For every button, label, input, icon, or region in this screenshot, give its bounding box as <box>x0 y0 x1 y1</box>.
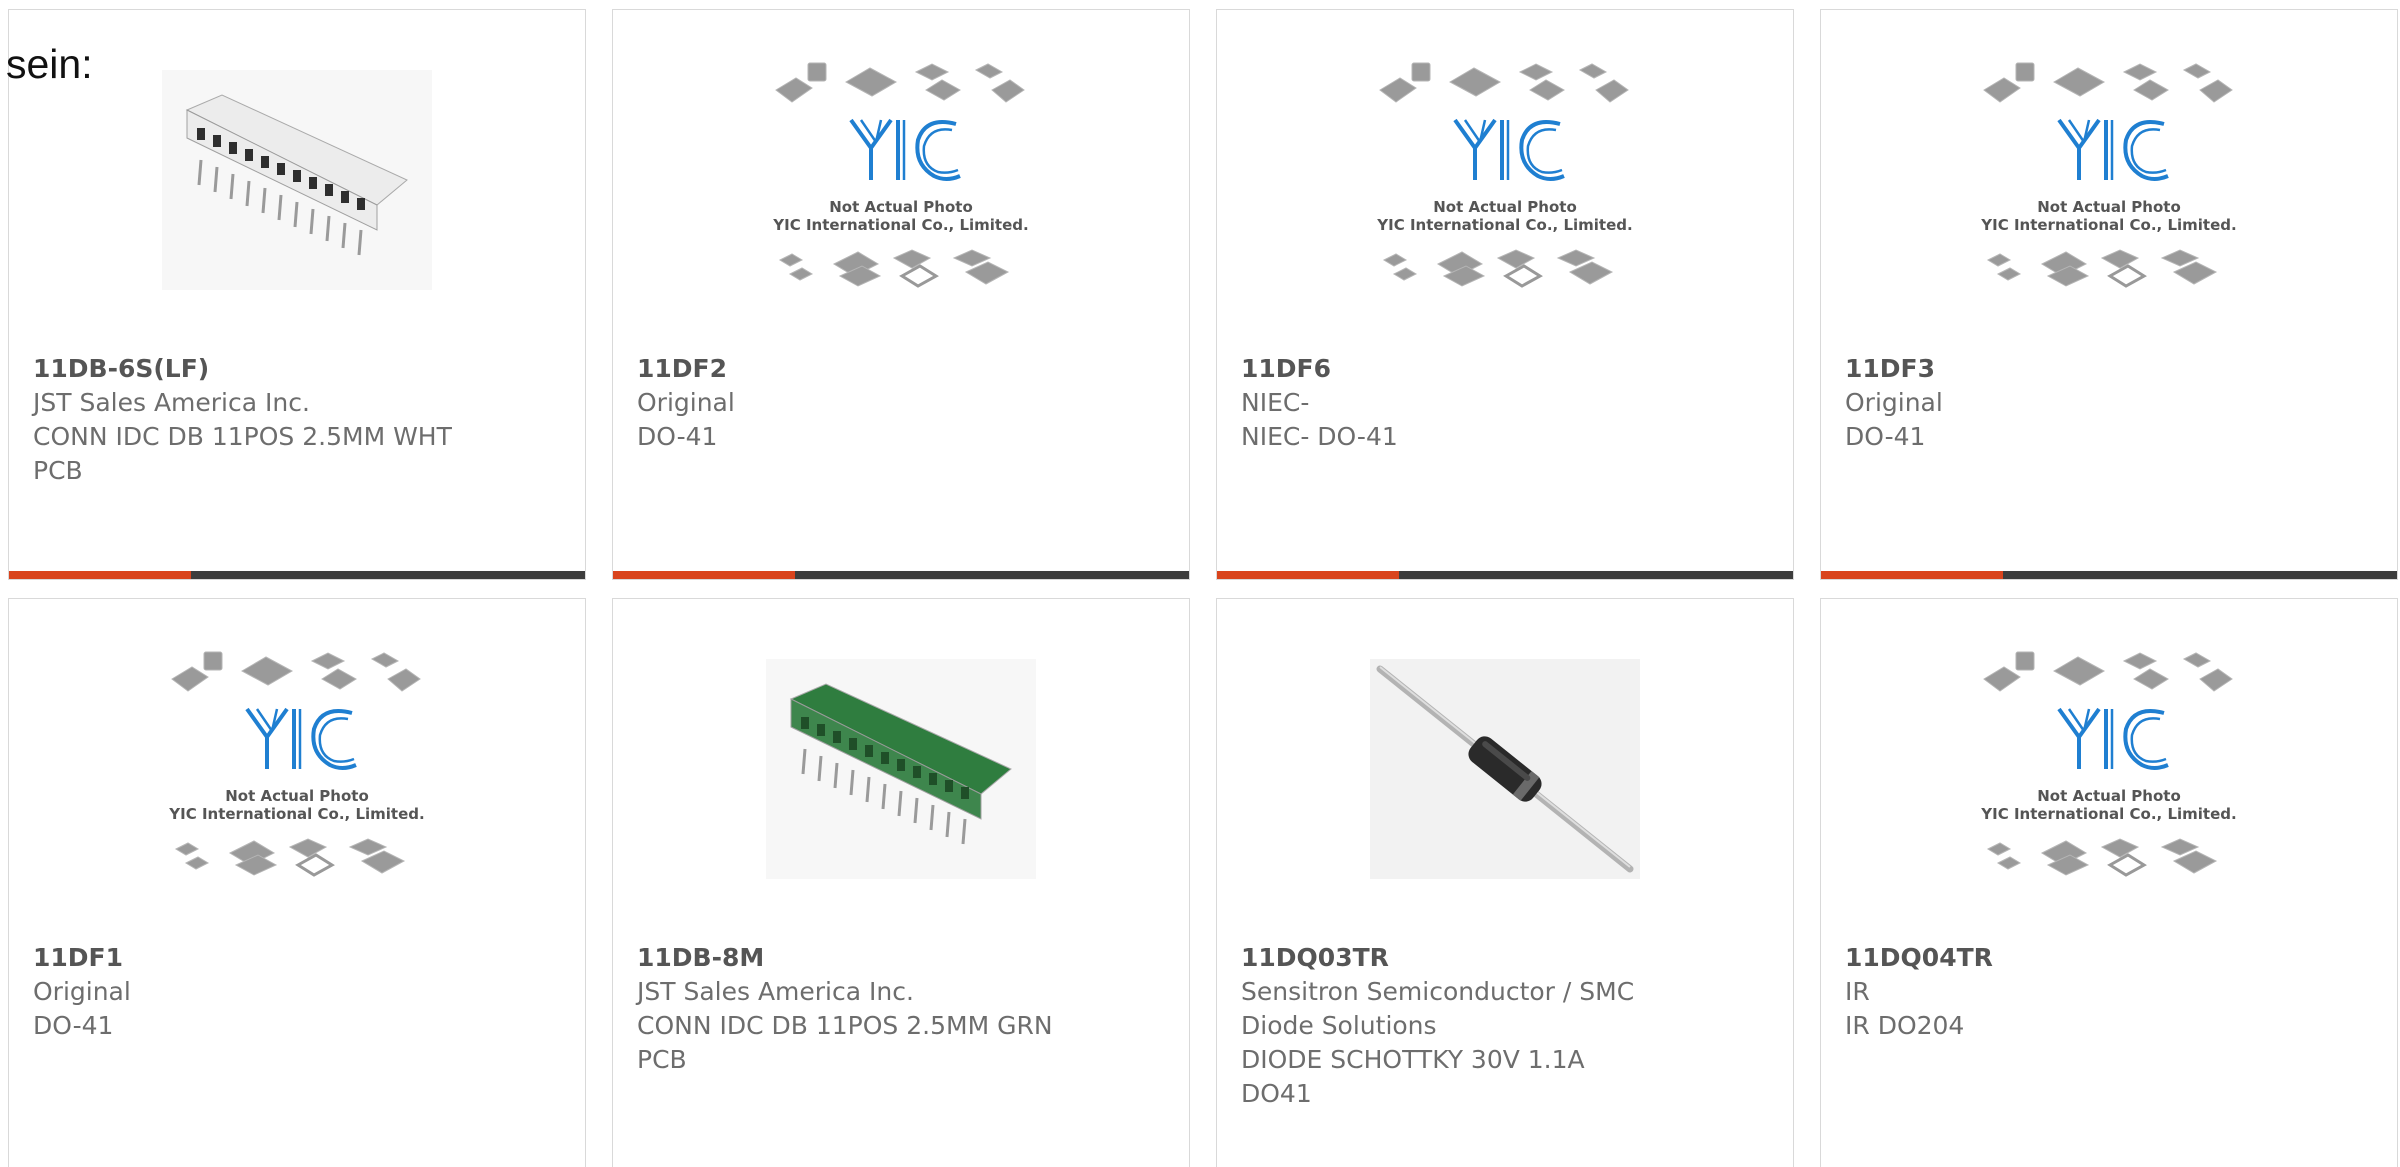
stray-text: sein: <box>6 41 93 87</box>
product-card[interactable]: 11DB-6S(LF) JST Sales America Inc. CONN ID… <box>8 9 586 580</box>
caption-line2: YIC International Co., Limited. <box>168 805 424 823</box>
chip-cluster-top <box>1379 62 1629 103</box>
part-number-link[interactable]: 11DF6 <box>1241 352 1693 386</box>
description-line: NIEC- DO-41 <box>1241 422 1398 451</box>
part-number-link[interactable]: 11DQ04TR <box>1845 941 2297 975</box>
description-line: Diode Solutions <box>1241 1011 1437 1040</box>
description-line: DO-41 <box>637 422 718 451</box>
yic-logo <box>245 707 357 770</box>
yic-logo <box>2057 707 2169 770</box>
chip-cluster-top <box>1983 62 2233 103</box>
description-line: DO-41 <box>1845 422 1926 451</box>
chip-cluster-top <box>1983 651 2233 692</box>
card-accent-bar <box>1217 571 1399 579</box>
description-line: DO-41 <box>33 1011 114 1040</box>
placeholder-image[interactable]: Not Actual Photo YIC International Co., … <box>1974 62 2244 288</box>
yic-logo <box>2057 118 2169 181</box>
product-info: 11DQ03TR Sensitron Semiconductor / SMC Dio… <box>1241 941 1693 1111</box>
caption-line1: Not Actual Photo <box>1433 198 1577 216</box>
description-line: PCB <box>637 1045 687 1074</box>
manufacturer: Original <box>33 977 131 1006</box>
manufacturer: Sensitron Semiconductor / SMC <box>1241 977 1635 1006</box>
product-info: 11DF1 Original DO-41 <box>33 941 485 1043</box>
product-info: 11DB-8M JST Sales America Inc. CONN IDC DB… <box>637 941 1089 1077</box>
part-number-link[interactable]: 11DQ03TR <box>1241 941 1693 975</box>
manufacturer: JST Sales America Inc. <box>637 977 914 1006</box>
product-card[interactable]: Not Actual Photo YIC International Co., … <box>612 9 1190 580</box>
product-card[interactable]: 11DB-8M JST Sales America Inc. CONN IDC DB… <box>612 598 1190 1167</box>
description-line: IR DO204 <box>1845 1011 1965 1040</box>
card-bottom-bar <box>9 571 585 579</box>
caption-line1: Not Actual Photo <box>2037 198 2181 216</box>
part-number-link[interactable]: 11DF1 <box>33 941 485 975</box>
description-line: DO41 <box>1241 1079 1312 1108</box>
chip-cluster-bottom <box>778 249 1010 288</box>
description-line: PCB <box>33 456 83 485</box>
placeholder-image[interactable]: Not Actual Photo YIC International Co., … <box>162 651 432 877</box>
product-image[interactable] <box>1370 659 1640 879</box>
yic-logo <box>1453 118 1565 181</box>
manufacturer: Original <box>1845 388 1943 417</box>
card-accent-bar <box>613 571 795 579</box>
part-number-link[interactable]: 11DB-8M <box>637 941 1089 975</box>
manufacturer: NIEC- <box>1241 388 1310 417</box>
caption-line2: YIC International Co., Limited. <box>772 216 1028 234</box>
caption-line2: YIC International Co., Limited. <box>1980 805 2236 823</box>
product-grid: 11DB-6S(LF) JST Sales America Inc. CONN ID… <box>8 9 2398 1167</box>
chip-cluster-bottom <box>1986 838 2218 877</box>
product-card[interactable]: Not Actual Photo YIC International Co., … <box>1820 598 2398 1167</box>
chip-cluster-top <box>775 62 1025 103</box>
product-card[interactable]: 11DQ03TR Sensitron Semiconductor / SMC Dio… <box>1216 598 1794 1167</box>
product-image[interactable] <box>162 70 432 290</box>
placeholder-image[interactable]: Not Actual Photo YIC International Co., … <box>1974 651 2244 877</box>
product-info: 11DB-6S(LF) JST Sales America Inc. CONN ID… <box>33 352 485 488</box>
description-line: CONN IDC DB 11POS 2.5MM GRN <box>637 1011 1053 1040</box>
part-number-link[interactable]: 11DB-6S(LF) <box>33 352 485 386</box>
description-line: CONN IDC DB 11POS 2.5MM WHT <box>33 422 452 451</box>
product-info: 11DQ04TR IR IR DO204 <box>1845 941 2297 1043</box>
card-accent-bar <box>1821 571 2003 579</box>
part-number-link[interactable]: 11DF2 <box>637 352 1089 386</box>
description-line: DIODE SCHOTTKY 30V 1.1A <box>1241 1045 1585 1074</box>
product-image[interactable] <box>766 659 1036 879</box>
chip-cluster-bottom <box>174 838 406 877</box>
product-card[interactable]: Not Actual Photo YIC International Co., … <box>8 598 586 1167</box>
chip-cluster-top <box>171 651 421 692</box>
product-info: 11DF3 Original DO-41 <box>1845 352 2297 454</box>
caption-line1: Not Actual Photo <box>225 787 369 805</box>
manufacturer: IR <box>1845 977 1870 1006</box>
chip-cluster-bottom <box>1986 249 2218 288</box>
yic-logo <box>849 118 961 181</box>
product-info: 11DF2 Original DO-41 <box>637 352 1089 454</box>
card-bottom-bar <box>1821 571 2397 579</box>
product-card[interactable]: Not Actual Photo YIC International Co., … <box>1820 9 2398 580</box>
placeholder-image[interactable]: Not Actual Photo YIC International Co., … <box>766 62 1036 288</box>
placeholder-image[interactable]: Not Actual Photo YIC International Co., … <box>1370 62 1640 288</box>
card-bottom-bar <box>613 571 1189 579</box>
product-info: 11DF6 NIEC- NIEC- DO-41 <box>1241 352 1693 454</box>
manufacturer: Original <box>637 388 735 417</box>
part-number-link[interactable]: 11DF3 <box>1845 352 2297 386</box>
caption-line1: Not Actual Photo <box>829 198 973 216</box>
card-bottom-bar <box>1217 571 1793 579</box>
page: sein: 11DB-6S(LF) JST Sales America Inc. C… <box>0 0 2400 1167</box>
chip-cluster-bottom <box>1382 249 1614 288</box>
caption-line2: YIC International Co., Limited. <box>1376 216 1632 234</box>
card-accent-bar <box>9 571 191 579</box>
caption-line1: Not Actual Photo <box>2037 787 2181 805</box>
manufacturer: JST Sales America Inc. <box>33 388 310 417</box>
product-card[interactable]: Not Actual Photo YIC International Co., … <box>1216 9 1794 580</box>
caption-line2: YIC International Co., Limited. <box>1980 216 2236 234</box>
